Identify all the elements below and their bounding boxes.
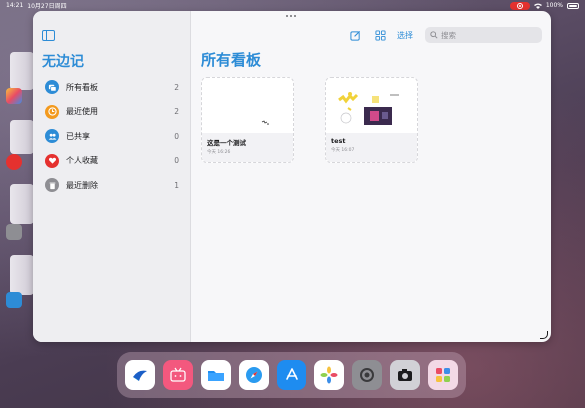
search-icon (430, 31, 438, 39)
board-name: 这是一个测试 (207, 139, 246, 147)
sidebar-item-shared[interactable]: 已共享 0 (45, 124, 179, 149)
sidebar-item-count: 1 (174, 180, 179, 190)
sidebar-item-label: 最近使用 (66, 107, 98, 117)
status-bar: 14:21 10月27日周四 100% (0, 0, 585, 11)
bilibili-icon[interactable] (162, 360, 193, 390)
sidebar-item-count: 2 (174, 82, 179, 92)
page-title: 所有看板 (201, 51, 262, 69)
board-footer: 这是一个测试 今天 16:26 (202, 133, 293, 162)
toolbar: 选择 搜索 (347, 27, 542, 43)
sidebar-item-label: 个人收藏 (66, 156, 98, 166)
status-time: 14:21 (6, 2, 24, 9)
board-card[interactable]: 这是一个测试 今天 16:26 (201, 77, 294, 163)
sidebar-item-all-boards[interactable]: 所有看板 2 (45, 75, 179, 100)
app-store-icon[interactable] (276, 360, 307, 390)
sidebar-item-favorites[interactable]: 个人收藏 0 (45, 149, 179, 174)
status-date: 10月27日周四 (27, 3, 67, 10)
board-name: test (331, 137, 346, 145)
safari-icon[interactable] (238, 360, 269, 390)
wifi-icon (533, 3, 542, 9)
dock (117, 352, 466, 398)
search-input[interactable]: 搜索 (425, 27, 542, 43)
grid-view-button[interactable] (372, 27, 388, 43)
sidebar-toggle-icon[interactable] (42, 30, 55, 41)
board-date: 今天 16:26 (207, 150, 231, 155)
settings-app-icon[interactable] (6, 224, 22, 240)
app-title: 无边记 (42, 54, 84, 70)
board-date: 今天 16:07 (331, 148, 355, 153)
sidebar-item-recent[interactable]: 最近使用 2 (45, 100, 179, 125)
sidebar-item-recently-deleted[interactable]: 最近删除 1 (45, 173, 179, 198)
people-icon (45, 129, 59, 144)
boards-icon (45, 80, 59, 95)
sidebar-item-count: 0 (174, 131, 179, 141)
compose-icon (349, 30, 360, 41)
photos-icon[interactable] (314, 360, 345, 390)
sidebar-item-count: 0 (174, 156, 179, 166)
photos-app-icon[interactable] (6, 88, 22, 104)
battery-percent: 100% (545, 2, 563, 9)
heart-icon (45, 153, 59, 168)
freeform-window: 无边记 所有看板 2 最近使用 2 已共享 0 个人收藏 0 最近删除 1 选择… (33, 11, 551, 342)
sidebar-item-count: 2 (174, 107, 179, 117)
background-window-card[interactable] (10, 184, 34, 224)
board-thumbnail (326, 78, 417, 133)
clock-icon (45, 104, 59, 119)
sidebar-item-label: 已共享 (66, 131, 90, 141)
board-footer: test 今天 16:07 (326, 133, 417, 162)
battery-icon (567, 2, 579, 9)
select-button[interactable]: 选择 (397, 30, 413, 41)
lark-app-icon[interactable] (6, 292, 22, 308)
board-thumbnail (202, 78, 293, 133)
sidebar-list: 所有看板 2 最近使用 2 已共享 0 个人收藏 0 最近删除 1 (45, 75, 179, 198)
grid-icon (374, 29, 386, 41)
sidebar-item-label: 所有看板 (66, 82, 98, 92)
sidebar-item-label: 最近删除 (66, 180, 98, 190)
background-window-card[interactable] (10, 52, 34, 90)
new-board-button[interactable] (347, 27, 363, 43)
screen-recording-indicator[interactable] (509, 1, 530, 10)
lark-icon[interactable] (125, 360, 155, 390)
board-card[interactable]: test 今天 16:07 (325, 77, 418, 163)
search-placeholder: 搜索 (441, 30, 456, 40)
background-window-card[interactable] (10, 120, 34, 154)
main-content: 选择 搜索 所有看板 这是一个测试 今天 16:26 test 今天 16:07 (192, 11, 551, 342)
netease-music-icon[interactable] (6, 154, 22, 170)
files-icon[interactable] (200, 360, 231, 390)
background-window-card[interactable] (10, 255, 34, 295)
settings-icon[interactable] (352, 360, 383, 390)
sidebar: 无边记 所有看板 2 最近使用 2 已共享 0 个人收藏 0 最近删除 1 (33, 11, 191, 342)
app-library-icon[interactable] (428, 360, 459, 390)
trash-icon (45, 178, 59, 193)
camera-icon[interactable] (390, 360, 421, 390)
